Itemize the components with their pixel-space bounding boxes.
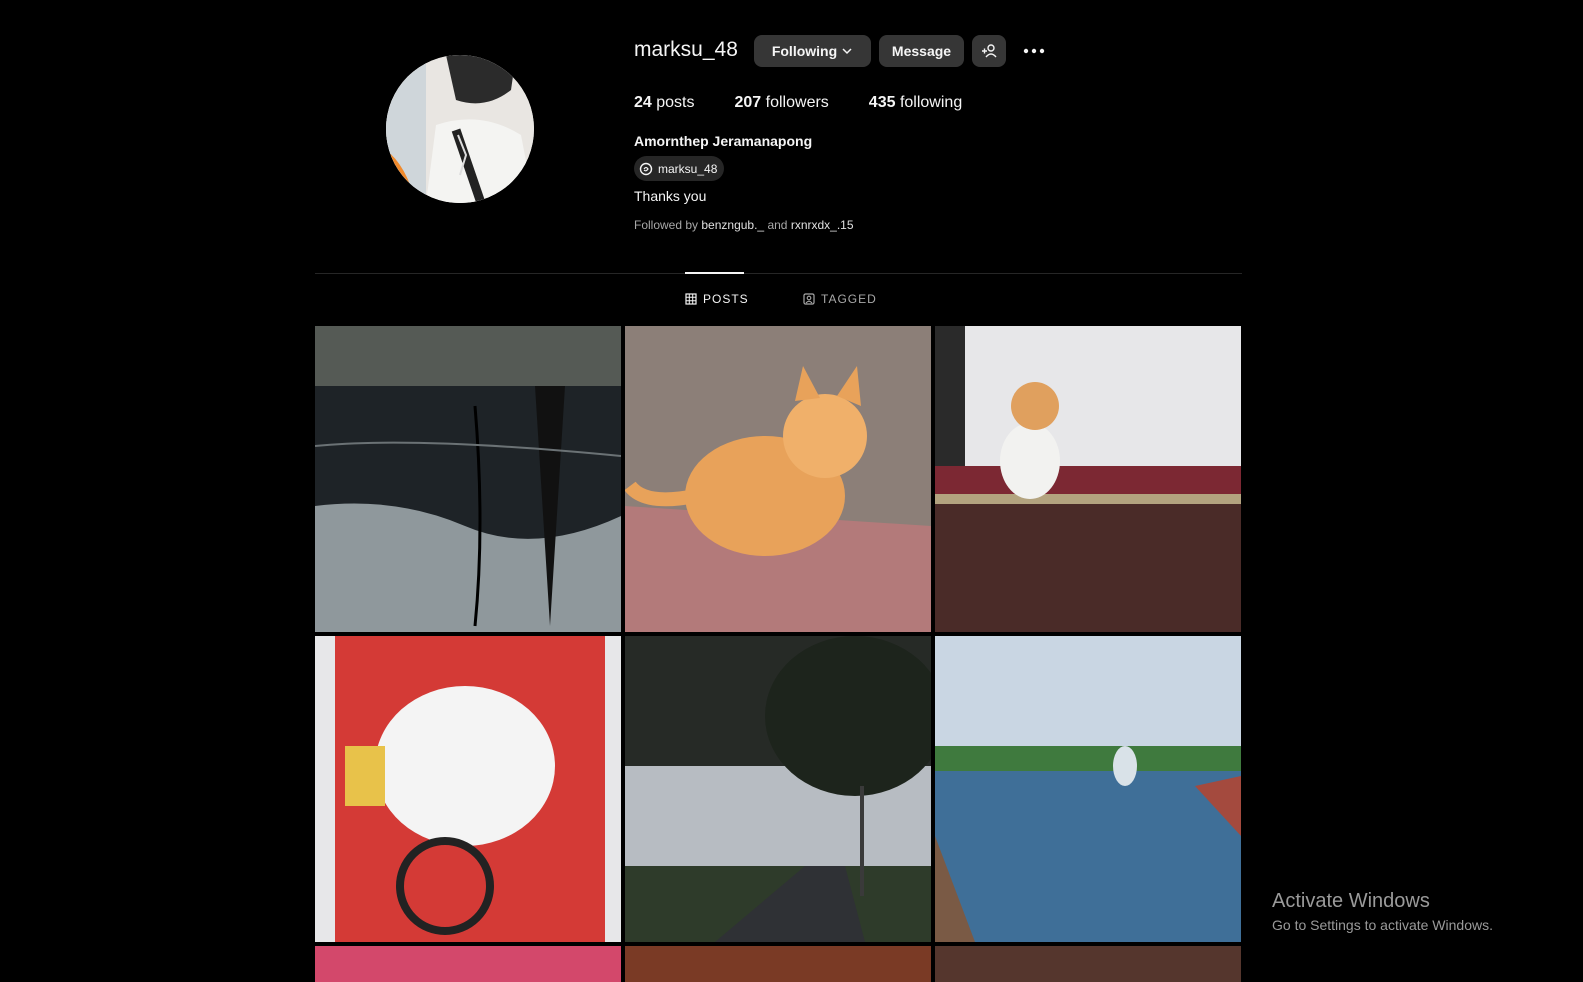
following-button[interactable]: Following (754, 35, 871, 67)
tab-posts[interactable]: POSTS (685, 292, 749, 306)
profile-stats: 24 posts 207 followers 435 following (634, 94, 962, 112)
post-tile[interactable] (315, 326, 621, 632)
followed-by-user-2: rxnrxdx_.15 (790, 218, 854, 232)
post-tile[interactable] (625, 326, 931, 632)
threads-icon (639, 162, 653, 175)
post-image-kfc-bucket (315, 636, 621, 942)
tab-posts-label: POSTS (703, 292, 749, 306)
threads-handle: marksu_48 (658, 161, 718, 176)
message-button[interactable]: Message (879, 35, 964, 67)
followed-by-joiner: and (767, 218, 788, 232)
profile-username: marksu_48 (634, 38, 738, 61)
followed-by-prefix: Followed by (634, 218, 699, 232)
post-image-cat-ledge (935, 326, 1241, 632)
activate-windows-subtitle: Go to Settings to activate Windows. (1272, 917, 1493, 933)
post-tile[interactable] (935, 636, 1241, 942)
following-stat[interactable]: 435 following (869, 94, 962, 112)
suggest-user-button[interactable] (972, 35, 1006, 67)
more-options-icon (1023, 48, 1045, 54)
post-image-tree-road (625, 636, 931, 942)
activate-windows-watermark: Activate Windows Go to Settings to activ… (1272, 890, 1493, 933)
post-tile[interactable] (315, 946, 621, 982)
profile-avatar[interactable] (386, 55, 534, 203)
followed-by[interactable]: Followed by benzngub._ and rxnrxdx_.15 (634, 218, 854, 232)
threads-badge[interactable]: marksu_48 (634, 156, 725, 181)
post-image-partial (315, 946, 621, 982)
post-image-park-pond (935, 636, 1241, 942)
tag-portrait-icon (803, 293, 815, 305)
followers-stat[interactable]: 207 followers (735, 94, 829, 112)
profile-bio: Thanks you (634, 188, 707, 204)
grid-icon (685, 293, 697, 305)
active-tab-indicator (685, 272, 744, 274)
tab-tagged-label: TAGGED (821, 292, 877, 306)
activate-windows-title: Activate Windows (1272, 890, 1430, 912)
post-tile[interactable] (625, 946, 931, 982)
post-tile[interactable] (315, 636, 621, 942)
post-tile[interactable] (935, 946, 1241, 982)
followers-label: followers (765, 94, 829, 111)
followers-count: 207 (734, 94, 762, 111)
add-person-icon (982, 44, 997, 58)
tab-tagged[interactable]: TAGGED (803, 292, 877, 306)
posts-count: 24 (634, 94, 652, 111)
tabs-divider (315, 273, 1242, 274)
chevron-down-icon (842, 48, 852, 55)
following-label: Following (771, 43, 838, 59)
post-image-partial (935, 946, 1241, 982)
following-stat-label: following (899, 94, 963, 111)
message-label: Message (891, 43, 952, 59)
profile-full-name: Amornthep Jeramanapong (634, 133, 813, 149)
post-tile[interactable] (625, 636, 931, 942)
posts-stat: 24 posts (634, 94, 695, 112)
posts-label: posts (656, 94, 695, 111)
following-count: 435 (868, 94, 896, 111)
post-image-partial (625, 946, 931, 982)
avatar-photo (386, 55, 534, 203)
followed-by-user-1: benzngub._ (701, 218, 765, 232)
post-tile[interactable] (935, 326, 1241, 632)
options-button[interactable] (1020, 40, 1048, 62)
post-image-orange-cat (625, 326, 931, 632)
post-image-flood (315, 326, 621, 632)
